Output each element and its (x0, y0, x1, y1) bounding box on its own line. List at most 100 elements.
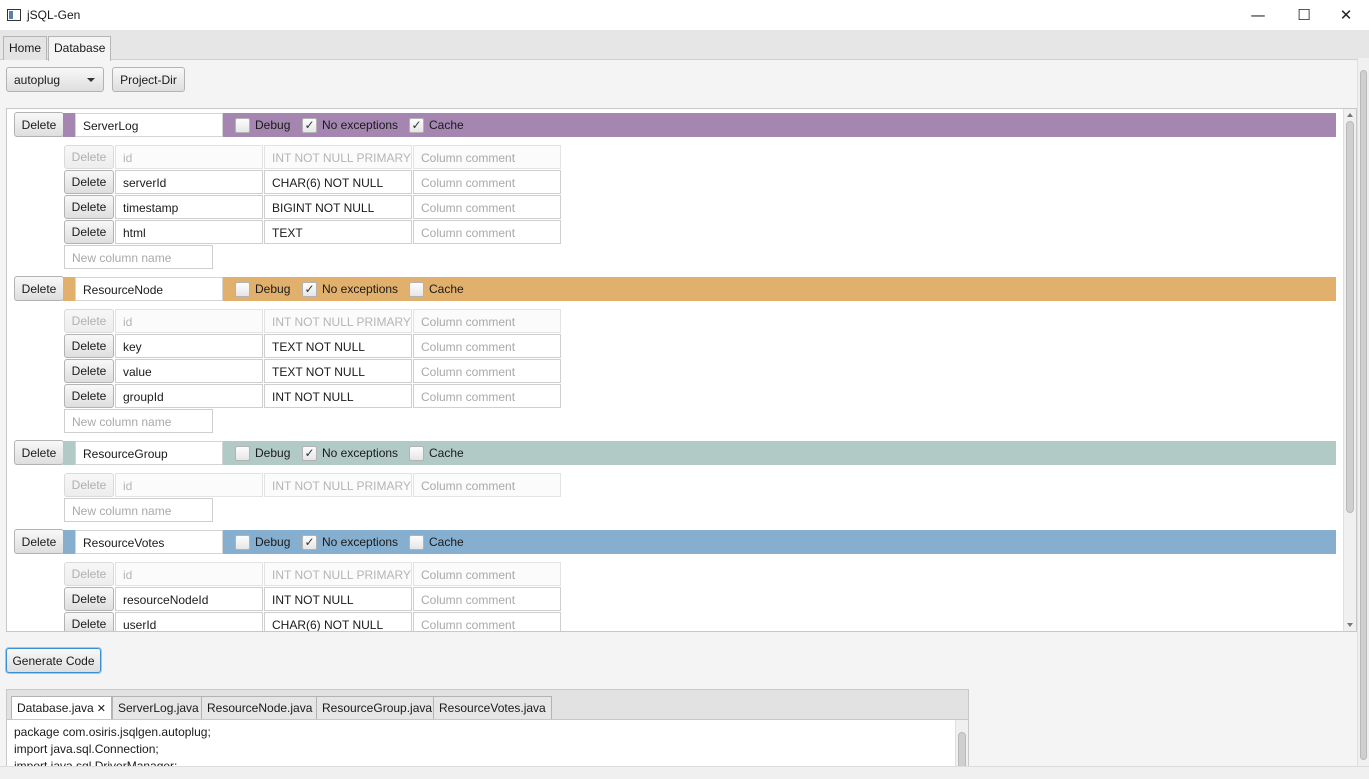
column-name-input[interactable]: timestamp (115, 195, 263, 219)
column-comment-input[interactable]: Column comment (413, 612, 561, 631)
column-comment-input[interactable]: Column comment (413, 384, 561, 408)
cache-label: Cache (429, 535, 464, 549)
code-tab-database[interactable]: Database.java ✕ (11, 696, 112, 720)
code-tab-serverlog[interactable]: ServerLog.java (112, 696, 205, 720)
column-type-input[interactable]: CHAR(6) NOT NULL (264, 612, 412, 631)
column-comment-input: Column comment (413, 562, 561, 586)
table-name-input[interactable]: ResourceNode (75, 277, 223, 301)
chevron-down-icon (87, 78, 95, 82)
column-type-input: INT NOT NULL PRIMARY (264, 309, 412, 333)
code-tab-resourcevotes[interactable]: ResourceVotes.java (433, 696, 552, 720)
column-type-input[interactable]: INT NOT NULL (264, 384, 412, 408)
tables-scrollbar-thumb[interactable] (1346, 121, 1354, 513)
debug-checkbox[interactable] (235, 118, 250, 133)
delete-table-button[interactable]: Delete (14, 440, 64, 465)
code-tab-resourcenode[interactable]: ResourceNode.java (201, 696, 319, 720)
tab-database[interactable]: Database (48, 36, 112, 61)
column-name-input[interactable]: html (115, 220, 263, 244)
tab-home[interactable]: Home (3, 36, 48, 60)
close-tab-icon[interactable]: ✕ (97, 702, 106, 715)
no-exceptions-label: No exceptions (322, 535, 399, 549)
delete-column-button[interactable]: Delete (64, 195, 114, 219)
debug-checkbox[interactable] (235, 535, 250, 550)
debug-label: Debug (255, 446, 291, 460)
delete-column-button[interactable]: Delete (64, 612, 114, 631)
close-button[interactable]: ✕ (1323, 0, 1369, 30)
scroll-down-icon[interactable] (1347, 623, 1353, 627)
new-column-input[interactable]: New column name (64, 245, 213, 269)
column-name-input[interactable]: resourceNodeId (115, 587, 263, 611)
delete-table-button[interactable]: Delete (14, 529, 64, 554)
delete-column-button[interactable]: Delete (64, 220, 114, 244)
column-name-input[interactable]: groupId (115, 384, 263, 408)
delete-column-button[interactable]: Delete (64, 384, 114, 408)
minimize-button[interactable]: — (1235, 0, 1281, 30)
window-title: jSQL-Gen (27, 8, 81, 22)
no-exceptions-checkbox[interactable]: ✓ (302, 118, 317, 133)
tables-vertical-scrollbar[interactable] (1343, 109, 1356, 631)
cache-checkbox[interactable] (409, 535, 424, 550)
table-name-input[interactable]: ResourceVotes (75, 530, 223, 554)
no-exceptions-checkbox[interactable]: ✓ (302, 535, 317, 550)
column-comment-input: Column comment (413, 309, 561, 333)
column-comment-input[interactable]: Column comment (413, 220, 561, 244)
column-type-input[interactable]: TEXT NOT NULL (264, 334, 412, 358)
generate-code-button[interactable]: Generate Code (6, 648, 101, 673)
database-select-value: autoplug (14, 72, 61, 87)
no-exceptions-checkbox[interactable]: ✓ (302, 446, 317, 461)
window-vertical-scrollbar[interactable] (1357, 58, 1369, 766)
code-tab-resourcegroup[interactable]: ResourceGroup.java (316, 696, 439, 720)
column-comment-input: Column comment (413, 473, 561, 497)
debug-label: Debug (255, 118, 291, 132)
code-line: package com.osiris.jsqlgen.autoplug; (14, 725, 211, 739)
column-name-input[interactable]: userId (115, 612, 263, 631)
cache-label: Cache (429, 118, 464, 132)
delete-column-button: Delete (64, 562, 114, 586)
no-exceptions-label: No exceptions (322, 118, 399, 132)
column-name-input[interactable]: serverId (115, 170, 263, 194)
app-icon (7, 9, 21, 21)
column-type-input[interactable]: TEXT NOT NULL (264, 359, 412, 383)
project-dir-button[interactable]: Project-Dir (112, 67, 185, 92)
column-type-input[interactable]: INT NOT NULL (264, 587, 412, 611)
cache-checkbox[interactable]: ✓ (409, 118, 424, 133)
column-comment-input[interactable]: Column comment (413, 359, 561, 383)
no-exceptions-checkbox[interactable]: ✓ (302, 282, 317, 297)
column-type-input[interactable]: CHAR(6) NOT NULL (264, 170, 412, 194)
column-name-input: id (115, 145, 263, 169)
new-column-input[interactable]: New column name (64, 498, 213, 522)
debug-checkbox[interactable] (235, 282, 250, 297)
column-comment-input[interactable]: Column comment (413, 587, 561, 611)
maximize-button[interactable]: ☐ (1281, 0, 1327, 30)
column-comment-input[interactable]: Column comment (413, 170, 561, 194)
delete-column-button[interactable]: Delete (64, 359, 114, 383)
table-name-input[interactable]: ResourceGroup (75, 441, 223, 465)
column-name-input[interactable]: key (115, 334, 263, 358)
scroll-up-icon[interactable] (1347, 113, 1353, 117)
cache-checkbox[interactable] (409, 282, 424, 297)
delete-column-button[interactable]: Delete (64, 587, 114, 611)
column-comment-input[interactable]: Column comment (413, 334, 561, 358)
column-type-input: INT NOT NULL PRIMARY (264, 145, 412, 169)
table-header-bar: ResourceGroup Debug ✓ No exceptions Cache (63, 441, 1336, 465)
table-name-input[interactable]: ServerLog (75, 113, 223, 137)
debug-label: Debug (255, 535, 291, 549)
delete-table-button[interactable]: Delete (14, 276, 64, 301)
database-select[interactable]: autoplug (6, 67, 104, 92)
no-exceptions-label: No exceptions (322, 282, 399, 296)
debug-checkbox[interactable] (235, 446, 250, 461)
delete-column-button[interactable]: Delete (64, 334, 114, 358)
delete-table-button[interactable]: Delete (14, 112, 64, 137)
delete-column-button[interactable]: Delete (64, 170, 114, 194)
new-column-input[interactable]: New column name (64, 409, 213, 433)
column-type-input[interactable]: BIGINT NOT NULL (264, 195, 412, 219)
column-type-input[interactable]: TEXT (264, 220, 412, 244)
window-scrollbar-thumb[interactable] (1360, 70, 1367, 760)
window-horizontal-scrollbar[interactable] (0, 766, 1369, 779)
tables-panel: Delete ServerLog Debug ✓ No exceptions ✓ Cache… (6, 108, 1357, 632)
delete-column-button: Delete (64, 473, 114, 497)
main-tab-bar: Home Database (0, 30, 1369, 61)
column-comment-input[interactable]: Column comment (413, 195, 561, 219)
cache-checkbox[interactable] (409, 446, 424, 461)
column-name-input[interactable]: value (115, 359, 263, 383)
